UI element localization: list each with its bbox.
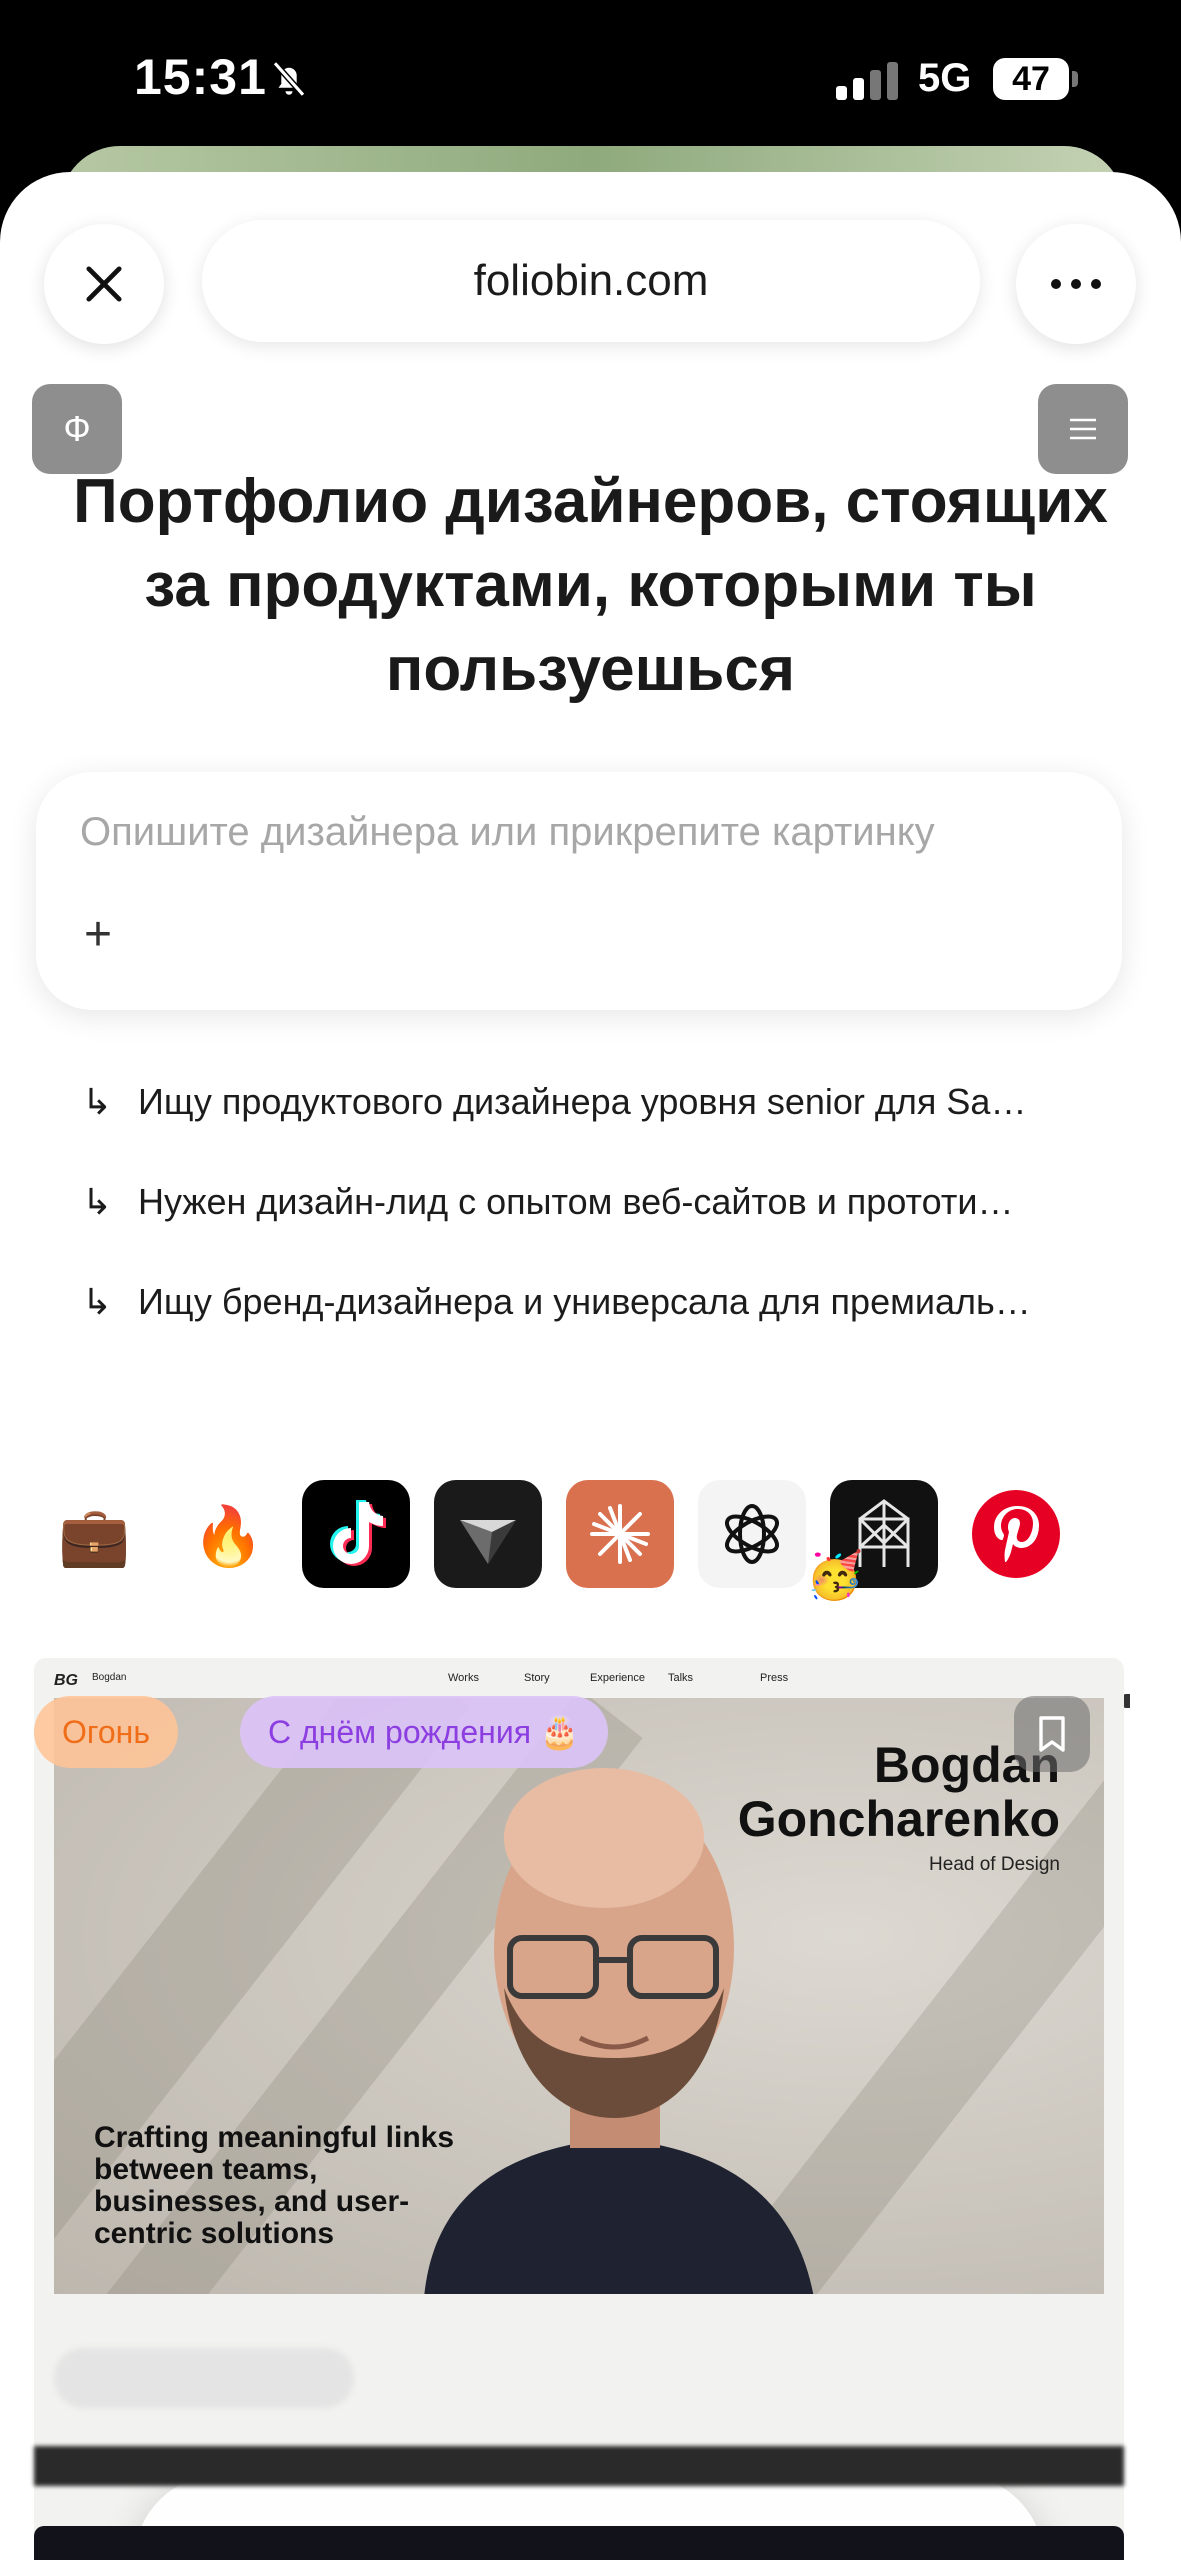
pinterest-icon[interactable] [962,1480,1070,1588]
url-bar[interactable]: foliobin.com [202,220,980,342]
fire-icon[interactable]: 🔥 [192,1502,264,1571]
battery-icon: 47 [993,58,1069,100]
portfolio-hero-image: Bogdan Goncharenko Head of Design Crafti… [54,1698,1104,2294]
more-button[interactable] [1016,224,1136,344]
linear-prism-icon[interactable] [434,1480,542,1588]
openai-icon[interactable] [698,1480,806,1588]
tiktok-icon[interactable] [302,1480,410,1588]
bookmark-icon [1039,1716,1065,1752]
url-text: foliobin.com [473,256,709,305]
page-title: Портфолио дизайнеров, стоящих за продукт… [73,467,1108,704]
portfolio-nav-item: Press [760,1672,789,1684]
portfolio-logo: BG [54,1672,78,1689]
suggestion-arrow-icon: ↳ [82,1181,113,1222]
hero-role: Head of Design [929,1854,1060,1875]
suggestion-item[interactable]: ↳ Ищу бренд-дизайнера и универсала для п… [82,1272,1102,1332]
site-logo-letter: Ф [63,408,91,449]
suggestion-arrow-icon: ↳ [82,1081,113,1122]
hero-name-last: Goncharenko [737,1791,1060,1847]
portfolio-nav-item: Story [524,1672,550,1684]
blurred-card-bottom [34,2446,1124,2486]
card-bookmark-button[interactable] [1014,1696,1090,1772]
network-type: 5G [918,56,972,100]
portfolio-nav-item: Talks [668,1672,694,1684]
next-card-preview [34,2526,1124,2560]
status-bar: 15:31 5G 47 [0,0,1181,150]
battery-level: 47 [1012,60,1050,98]
suggestion-text: Нужен дизайн-лид с опытом веб-сайтов и п… [138,1181,1014,1222]
search-card: + [36,772,1122,1010]
portfolio-card[interactable]: BG Bogdan Works Story Experience Talks P… [34,1658,1124,2560]
plus-icon: + [83,907,113,961]
hero-name-first: Bogdan [873,1737,1060,1793]
portfolio-nav-name: Bogdan [92,1672,127,1683]
portfolio-site-nav: BG Bogdan Works Story Experience Talks P… [34,1658,1124,1698]
browser-sheet: foliobin.com Ф Портфолио дизайнеров, сто… [0,172,1181,2560]
more-icon [1051,279,1101,289]
suggestion-item[interactable]: ↳ Нужен дизайн-лид с опытом веб-сайтов и… [82,1172,1102,1232]
claude-icon[interactable] [566,1480,674,1588]
suggestion-arrow-icon: ↳ [82,1281,113,1322]
bell-muted-icon [272,61,306,97]
blurred-chip [54,2348,354,2408]
signal-icon [836,60,900,100]
hero-name: Bogdan Goncharenko [738,1738,1060,1846]
tag-fire[interactable]: Огонь [34,1696,178,1768]
status-time: 15:31 [134,49,267,105]
battery-cap [1072,71,1078,87]
briefcase-icon[interactable]: 💼 [58,1502,130,1571]
close-icon [86,266,122,302]
tag-birthday[interactable]: С днём рождения 🎂 [240,1696,608,1768]
suggestion-text: Ищу бренд-дизайнера и универсала для пре… [138,1281,1031,1322]
portfolio-nav-item: Works [448,1672,479,1684]
hero-tagline: Crafting meaningful links between teams,… [94,2121,455,2250]
hamburger-menu-icon [1070,418,1096,440]
suggestion-item[interactable]: ↳ Ищу продуктового дизайнера уровня seni… [82,1072,1102,1132]
close-button[interactable] [44,224,164,344]
suggestion-text: Ищу продуктового дизайнера уровня senior… [138,1081,1027,1122]
attach-button[interactable]: + [76,908,120,961]
portfolio-nav-item: Experience [590,1672,646,1684]
party-face-icon: 🥳 [806,1548,864,1602]
designer-search-input[interactable] [80,810,1080,855]
